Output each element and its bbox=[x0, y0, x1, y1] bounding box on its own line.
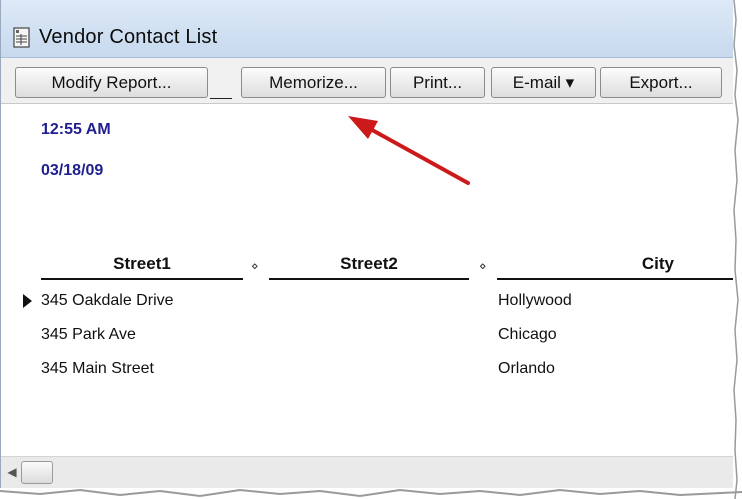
email-dropdown-button[interactable]: E-mail ▾ bbox=[491, 67, 596, 98]
report-toolbar: Modify Report... Memorize... Print... E-… bbox=[1, 58, 733, 104]
report-window: Vendor Contact List Modify Report... Mem… bbox=[0, 0, 733, 488]
title-bar[interactable]: Vendor Contact List bbox=[1, 0, 733, 58]
table-cell-street1[interactable]: 345 Park Ave bbox=[41, 326, 136, 344]
torn-edge-bottom bbox=[0, 488, 742, 498]
torn-edge-right bbox=[733, 0, 742, 499]
report-document-icon bbox=[13, 27, 30, 48]
table-cell-street1[interactable]: 345 Oakdale Drive bbox=[41, 292, 174, 310]
table-cell-street1[interactable]: 345 Main Street bbox=[41, 360, 154, 378]
column-resize-handle[interactable]: ⋄ bbox=[251, 259, 259, 273]
toolbar-separator bbox=[210, 98, 232, 99]
scrollbar-thumb[interactable] bbox=[21, 461, 53, 484]
print-button[interactable]: Print... bbox=[390, 67, 485, 98]
table-cell-city[interactable]: Hollywood bbox=[498, 292, 572, 310]
column-header-street1[interactable]: Street1 bbox=[41, 254, 243, 280]
chevron-left-icon[interactable]: ◀ bbox=[5, 465, 19, 479]
horizontal-scrollbar[interactable]: ◀ bbox=[1, 456, 733, 488]
table-cell-city[interactable]: Orlando bbox=[498, 360, 555, 378]
report-area: 12:55 AM 03/18/09 Street1 ⋄ Street2 ⋄ Ci… bbox=[1, 104, 733, 456]
current-row-marker-icon bbox=[23, 294, 32, 308]
column-resize-handle[interactable]: ⋄ bbox=[479, 259, 487, 273]
window-title: Vendor Contact List bbox=[39, 26, 218, 48]
memorize-button[interactable]: Memorize... bbox=[241, 67, 386, 98]
report-time: 12:55 AM bbox=[41, 121, 111, 138]
column-header-city[interactable]: City bbox=[497, 254, 733, 280]
report-date: 03/18/09 bbox=[41, 162, 104, 179]
modify-report-button[interactable]: Modify Report... bbox=[15, 67, 208, 98]
column-header-street2[interactable]: Street2 bbox=[269, 254, 469, 280]
export-button[interactable]: Export... bbox=[600, 67, 722, 98]
table-cell-city[interactable]: Chicago bbox=[498, 326, 557, 344]
